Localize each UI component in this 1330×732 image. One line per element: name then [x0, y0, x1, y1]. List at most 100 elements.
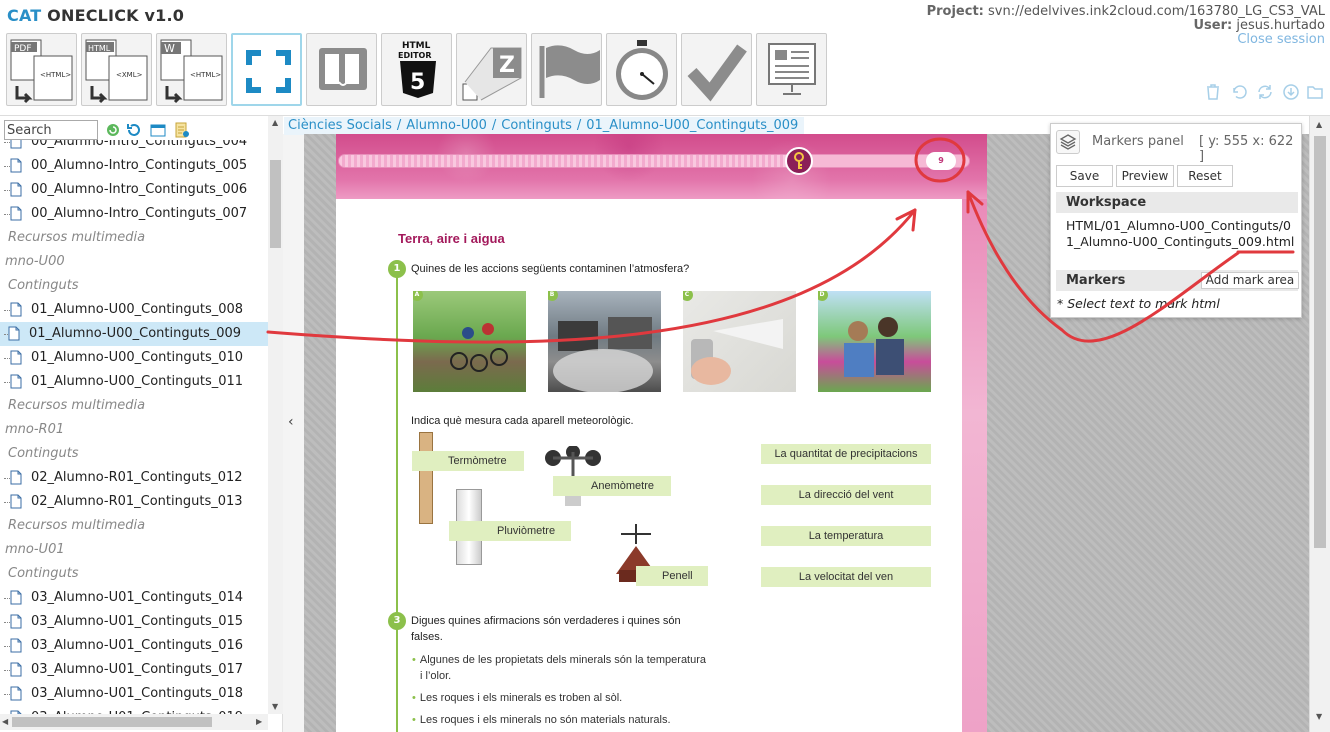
measure-option[interactable]: La direcció del vent — [761, 485, 931, 505]
window-icon[interactable] — [150, 122, 166, 138]
scroll-thumb[interactable] — [270, 160, 281, 248]
tree-file-item[interactable]: 03_Alumno-U01_Continguts_017 — [0, 658, 268, 682]
preview-button[interactable]: Preview — [1116, 165, 1174, 187]
tree-item-label: 02_Alumno-R01_Continguts_013 — [31, 494, 243, 509]
checkmark-button[interactable] — [681, 33, 752, 106]
pdf-to-html-icon: PDF <HTML> — [10, 39, 73, 104]
thermometer-illustration — [419, 432, 433, 524]
tree-file-item[interactable]: 02_Alumno-R01_Continguts_012 — [0, 466, 268, 490]
add-mark-area-button[interactable]: Add mark area — [1201, 272, 1299, 289]
sidebar: 00_Alumno-Intro_Continguts_004 00_Alumno-… — [0, 116, 283, 732]
markers-label: Markers — [1066, 273, 1126, 288]
scroll-down-arrow[interactable]: ▼ — [1316, 712, 1322, 721]
zoom-button[interactable]: Z — [456, 33, 527, 106]
tree-file-item[interactable]: 00_Alumno-Intro_Continguts_004 — [0, 140, 268, 154]
sync-icon[interactable] — [1256, 83, 1274, 101]
fullscreen-button[interactable] — [231, 33, 302, 106]
tree-file-item[interactable]: 00_Alumno-Intro_Continguts_006 — [0, 178, 268, 202]
tree-file-item[interactable]: 02_Alumno-R01_Continguts_013 — [0, 490, 268, 514]
file-icon — [10, 662, 22, 677]
scroll-thumb[interactable] — [12, 717, 212, 727]
measure-option[interactable]: La quantitat de precipitacions — [761, 444, 931, 464]
breadcrumb-item[interactable]: Alumno-U00 — [406, 118, 487, 133]
workspace-header: Workspace — [1056, 192, 1298, 213]
tree-file-item[interactable]: 03_Alumno-U01_Continguts_015 — [0, 610, 268, 634]
tree-item-label: 01_Alumno-U00_Continguts_008 — [31, 302, 244, 317]
pdf-to-html-button[interactable]: PDF <HTML> — [6, 33, 77, 106]
tree-group-label[interactable]: Recursos multimedia — [0, 514, 268, 538]
tree-file-item[interactable]: 00_Alumno-Intro_Continguts_005 — [0, 154, 268, 178]
refresh-tree-icon[interactable] — [105, 122, 121, 138]
tree-group-label[interactable]: Continguts — [0, 274, 268, 298]
html-badge: <HTML> — [190, 71, 221, 79]
tree-section-label[interactable]: mno-U01 — [0, 538, 268, 562]
tree-section-label[interactable]: mno-U00 — [0, 250, 268, 274]
presentation-button[interactable] — [756, 33, 827, 106]
page-progress-bar — [338, 154, 970, 168]
breadcrumb-item[interactable]: Ciències Socials — [288, 118, 392, 133]
tree-file-item[interactable]: 01_Alumno-U00_Continguts_010 — [0, 346, 268, 370]
book-page: 9 Terra, aire i aigua 1 Quines de les ac… — [336, 134, 987, 732]
reset-button[interactable]: Reset — [1177, 165, 1233, 187]
close-session-link[interactable]: Close session — [1237, 32, 1325, 47]
tree-group-label[interactable]: Continguts — [0, 562, 268, 586]
breadcrumb-item[interactable]: Continguts — [501, 118, 572, 133]
user-value: jesus.hurtado — [1236, 18, 1325, 33]
undo-icon[interactable] — [1230, 83, 1248, 101]
save-button[interactable]: Save — [1056, 165, 1113, 187]
tree-item-label: 02_Alumno-R01_Continguts_012 — [31, 470, 243, 485]
collapse-sidebar-chevron-icon[interactable]: ‹ — [288, 414, 294, 430]
tree-item-label: mno-R01 — [5, 422, 65, 437]
stopwatch-button[interactable] — [606, 33, 677, 106]
flag-button[interactable] — [531, 33, 602, 106]
download-icon[interactable] — [1282, 83, 1300, 101]
viewer-vertical-scrollbar[interactable]: ▲ ▼ — [1309, 116, 1330, 732]
tree-group-label[interactable]: Recursos multimedia — [0, 226, 268, 250]
file-icon — [10, 686, 22, 701]
breadcrumb-item-current[interactable]: 01_Alumno-U00_Continguts_009 — [586, 118, 798, 133]
markers-hint: * Select text to mark html — [1057, 296, 1220, 311]
trash-icon[interactable] — [1204, 83, 1222, 101]
file-icon — [10, 206, 22, 221]
tree-file-item[interactable]: 00_Alumno-Intro_Continguts_007 — [0, 202, 268, 226]
word-to-html-button[interactable]: W <HTML> — [156, 33, 227, 106]
tree-file-item[interactable]: 03_Alumno-U01_Continguts_019 — [0, 706, 268, 714]
file-icon — [10, 494, 22, 509]
question-text: Digues quines afirmacions són verdaderes… — [411, 615, 681, 627]
sidebar-vertical-scrollbar[interactable]: ▲ ▼ — [268, 116, 283, 714]
measure-option[interactable]: La velocitat del ven — [761, 567, 931, 587]
scroll-left-arrow[interactable]: ◀ — [2, 717, 8, 726]
tree-section-label[interactable]: mno-R01 — [0, 418, 268, 442]
scroll-up-arrow[interactable]: ▲ — [272, 118, 278, 127]
tree-file-item[interactable]: 03_Alumno-U01_Continguts_014 — [0, 586, 268, 610]
html-to-xml-button[interactable]: HTML <XML> — [81, 33, 152, 106]
tree-file-item[interactable]: 03_Alumno-U01_Continguts_018 — [0, 682, 268, 706]
right-toolbar — [1204, 83, 1324, 103]
tree-list: 00_Alumno-Intro_Continguts_004 00_Alumno-… — [0, 140, 268, 714]
sidebar-horizontal-scrollbar[interactable]: ◀ ▶ — [0, 714, 268, 730]
key-icon — [785, 147, 814, 175]
layers-icon[interactable] — [1056, 130, 1080, 154]
page-number: 9 — [926, 152, 956, 170]
folder-icon[interactable] — [1306, 83, 1324, 101]
document-settings-icon[interactable] — [174, 122, 190, 138]
tree-file-item[interactable]: 01_Alumno-U00_Continguts_009 — [0, 322, 268, 346]
scroll-up-arrow[interactable]: ▲ — [1316, 120, 1322, 129]
tree-file-item[interactable]: 01_Alumno-U00_Continguts_011 — [0, 370, 268, 394]
file-icon — [10, 638, 22, 653]
tree-group-label[interactable]: Recursos multimedia — [0, 394, 268, 418]
scroll-thumb[interactable] — [1314, 136, 1326, 548]
cursor-coordinates: [ y: 555 x: 622 ] — [1199, 134, 1294, 164]
tree-file-item[interactable]: 03_Alumno-U01_Continguts_016 — [0, 634, 268, 658]
reload-icon[interactable] — [126, 122, 142, 138]
html5-editor-button[interactable]: HTML EDITOR 5 — [381, 33, 452, 106]
measure-option[interactable]: La temperatura — [761, 526, 931, 546]
tree-file-item[interactable]: 01_Alumno-U00_Continguts_008 — [0, 298, 268, 322]
book-button[interactable] — [306, 33, 377, 106]
search-input[interactable] — [4, 120, 98, 140]
app-title: CAT ONECLICK v1.0 — [7, 6, 184, 25]
scroll-right-arrow[interactable]: ▶ — [256, 717, 262, 726]
tree-item-label: mno-U01 — [5, 542, 65, 557]
tree-group-label[interactable]: Continguts — [0, 442, 268, 466]
scroll-down-arrow[interactable]: ▼ — [272, 702, 278, 711]
